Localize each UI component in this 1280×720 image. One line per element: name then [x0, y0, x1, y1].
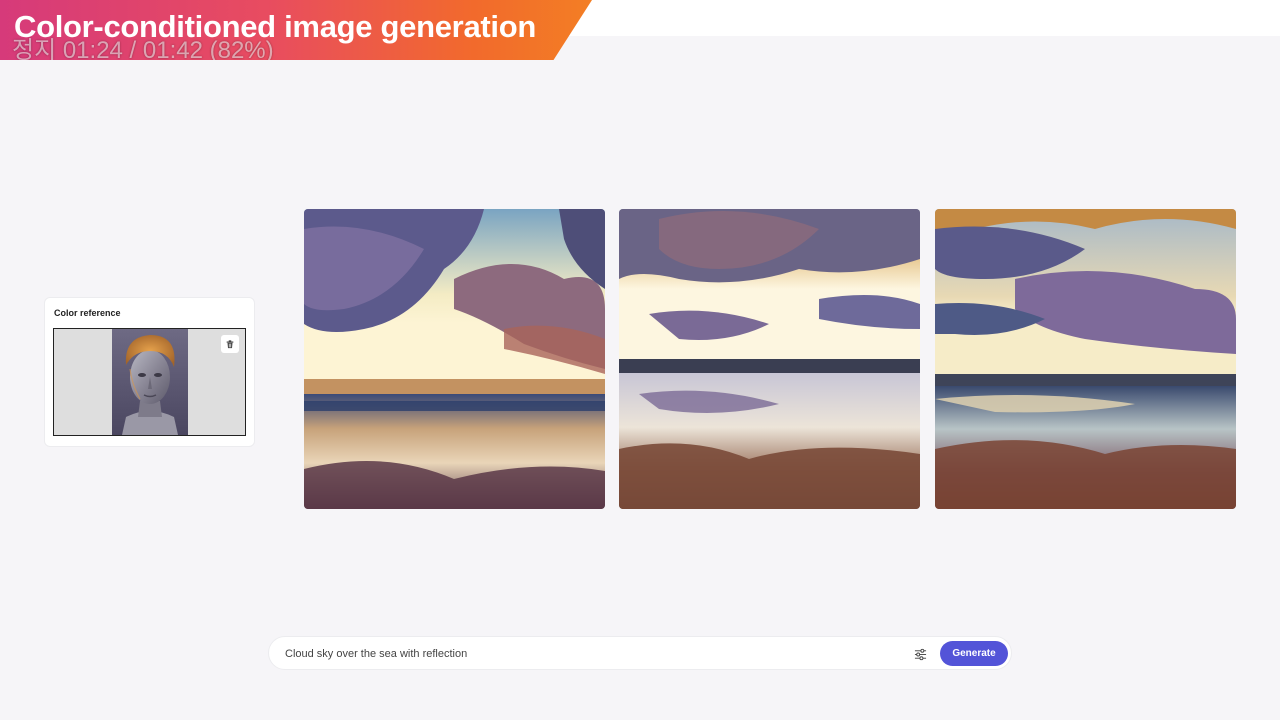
trash-icon: [226, 340, 234, 349]
title-banner: Color-conditioned image generation 정지 01…: [0, 0, 592, 60]
video-status-overlay: 정지 01:24 / 01:42 (82%): [12, 37, 274, 64]
delete-reference-button[interactable]: [221, 335, 239, 353]
generated-image-3[interactable]: [935, 209, 1236, 509]
prompt-bar: Generate: [268, 636, 1012, 671]
color-reference-image[interactable]: [53, 328, 246, 436]
sliders-icon: [914, 648, 926, 660]
color-reference-label: Color reference: [54, 308, 121, 318]
color-reference-card: Color reference: [44, 297, 255, 447]
prompt-input[interactable]: [283, 637, 887, 671]
generated-image-1[interactable]: [304, 209, 605, 509]
settings-button[interactable]: [911, 645, 929, 663]
generate-button[interactable]: Generate: [940, 641, 1008, 666]
generated-image-2[interactable]: [619, 209, 920, 509]
reference-portrait: [112, 329, 188, 435]
